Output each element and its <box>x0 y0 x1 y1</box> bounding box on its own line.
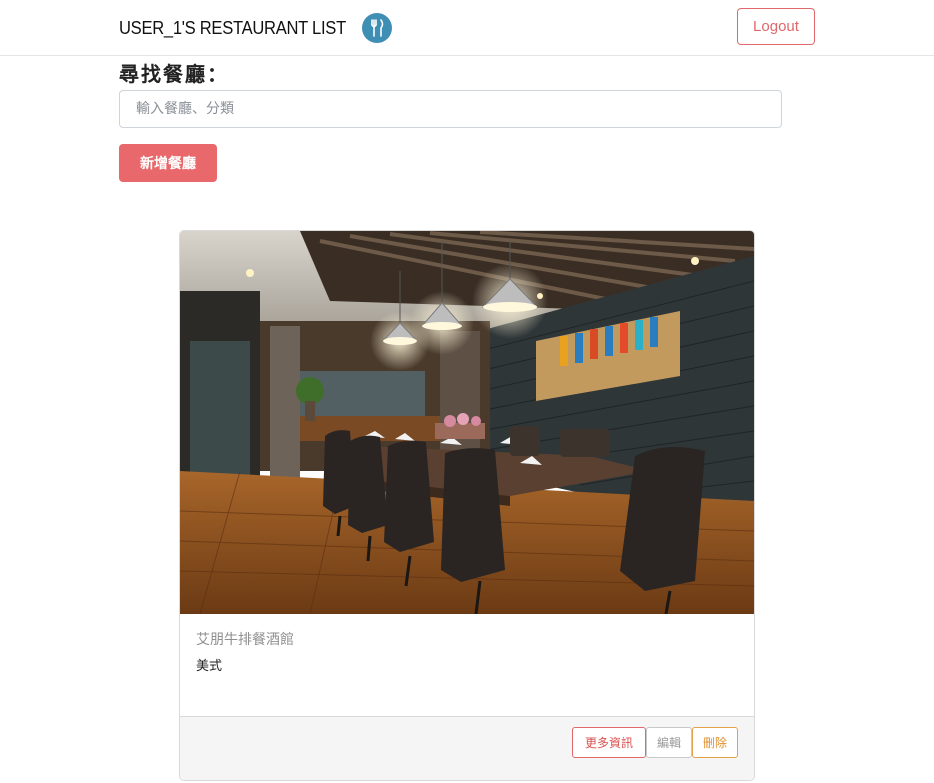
navbar: USER_1'S RESTAURANT LIST Logout <box>0 0 934 56</box>
search-title: 尋找餐廳： <box>119 62 229 86</box>
card-footer: 更多資訊 編輯 刪除 <box>180 716 754 780</box>
restaurant-name: 艾朋牛排餐酒館 <box>196 632 294 648</box>
logout-button[interactable]: Logout <box>737 8 815 45</box>
delete-button[interactable]: 刪除 <box>692 727 738 758</box>
fork-knife-icon <box>361 13 392 43</box>
restaurant-category: 美式 <box>196 659 223 674</box>
add-restaurant-button[interactable]: 新增餐廳 <box>119 144 217 182</box>
brand[interactable]: USER_1'S RESTAURANT LIST <box>119 12 392 44</box>
brand-title[interactable]: USER_1'S RESTAURANT LIST <box>119 18 346 39</box>
detail-button[interactable]: 更多資訊 <box>572 727 646 758</box>
restaurant-photo[interactable] <box>180 231 754 614</box>
edit-button[interactable]: 編輯 <box>646 727 692 758</box>
search-input[interactable] <box>119 90 782 128</box>
restaurant-card[interactable]: 艾朋牛排餐酒館 美式 更多資訊 編輯 刪除 <box>179 230 755 781</box>
